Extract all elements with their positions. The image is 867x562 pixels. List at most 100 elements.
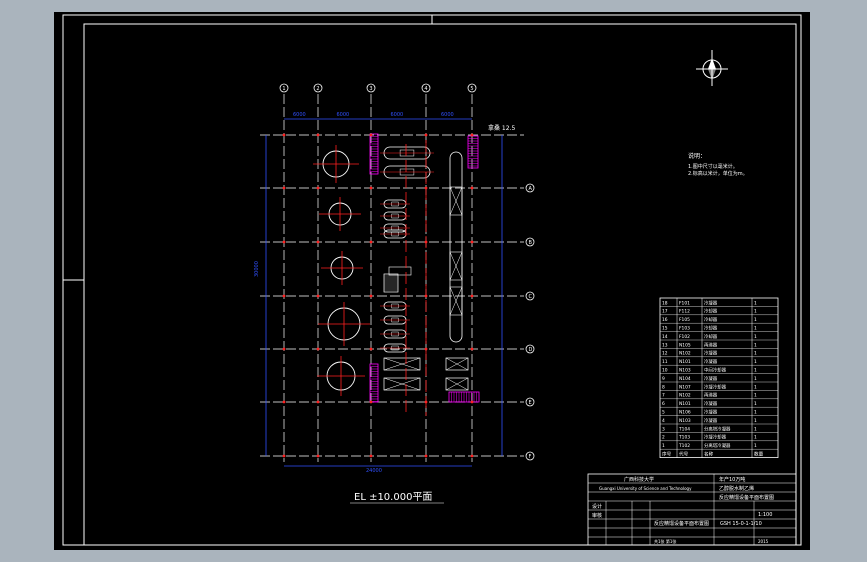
parts-list-cell: 18 xyxy=(662,300,668,306)
column-point xyxy=(424,454,428,458)
parts-list-cell: 16 xyxy=(662,317,668,323)
parts-list-cell: 1 xyxy=(754,426,757,432)
column-point xyxy=(369,133,373,137)
parts-list-cell: N103 xyxy=(679,368,691,374)
overall-width-label: 24000 xyxy=(366,468,382,474)
title-block: 广西科技大学 Guangxi University of Science and… xyxy=(587,473,797,546)
parts-list-cell: 1 xyxy=(754,359,757,365)
parts-list-cell: 1 xyxy=(754,334,757,340)
parts-list-cell: 1 xyxy=(754,368,757,374)
parts-list-cell: F112 xyxy=(679,309,690,315)
drawing-title-sub: 反应精馏设备平面布置图 xyxy=(654,520,709,527)
column-point xyxy=(369,400,373,404)
grid-bubble-label: C xyxy=(529,294,533,300)
column-point xyxy=(316,400,320,404)
parts-list-cell: 13 xyxy=(662,342,668,348)
column-point xyxy=(470,186,474,190)
grid-bubble-label: B xyxy=(529,240,533,246)
parts-list-cell: 1 xyxy=(754,317,757,323)
parts-list-cell: 冷却器 xyxy=(704,325,718,332)
overall-height-label: 30000 xyxy=(254,261,260,277)
school-name-en: Guangxi University of Science and Techno… xyxy=(599,486,692,491)
parts-list-cell: 1 xyxy=(754,435,757,441)
column-point xyxy=(470,240,474,244)
parts-list-header: 序号 xyxy=(662,451,672,458)
parts-list-cell: 冷却器 xyxy=(704,316,718,323)
column-point xyxy=(424,400,428,404)
parts-list-cell: N107 xyxy=(679,384,691,390)
drawing-name: 反应精馏设备平面布置图 xyxy=(719,494,774,501)
parts-list-cell: 8 xyxy=(662,384,665,390)
column-point xyxy=(369,240,373,244)
parts-list-cell: 1 xyxy=(754,418,757,424)
inner-border xyxy=(83,23,797,546)
parts-list-cell: 1 xyxy=(754,351,757,357)
parts-list-cell: N105 xyxy=(679,342,691,348)
parts-list-cell: 1 xyxy=(754,443,757,449)
parts-list-cell: 1 xyxy=(754,300,757,306)
column-point xyxy=(316,186,320,190)
parts-list-cell: 冷凝器 xyxy=(704,417,718,424)
parts-list-cell: 分离塔冷凝器 xyxy=(704,442,731,449)
column-point xyxy=(424,186,428,190)
parts-list-cell: 1 xyxy=(754,384,757,390)
parts-list-cell: 11 xyxy=(662,359,668,365)
drawing-number: GSH 15-0-1-1/10 xyxy=(720,521,762,527)
column-point xyxy=(316,347,320,351)
parts-list-cell: T102 xyxy=(678,443,690,449)
column-point xyxy=(424,294,428,298)
parts-list-cell: 1 xyxy=(754,309,757,315)
dimension-label: 6000 xyxy=(441,112,454,118)
parts-list-cell: 冷凝器 xyxy=(704,409,718,416)
column-point xyxy=(424,347,428,351)
column-point xyxy=(470,347,474,351)
north-arrow-icon xyxy=(696,50,728,86)
parts-list-cell: T103 xyxy=(678,435,690,441)
school-name: 广西科技大学 xyxy=(624,476,654,483)
project-name: 年产10万吨 xyxy=(719,476,745,483)
plan-title: EL ±10.000平面 xyxy=(354,492,432,503)
dimension-label: 6000 xyxy=(391,112,404,118)
parts-list-cell: 2 xyxy=(662,435,665,441)
column-shell xyxy=(449,151,463,343)
parts-list-cell: N101 xyxy=(679,359,691,365)
column-point xyxy=(316,240,320,244)
column-point xyxy=(282,294,286,298)
parts-list-cell: 15 xyxy=(662,326,668,332)
parts-list-cell: 5 xyxy=(662,410,665,416)
note-line-2: 2.标高以米计，单位为m。 xyxy=(688,170,748,177)
parts-list-cell: 1 xyxy=(754,393,757,399)
grid-bubble-label: E xyxy=(529,400,532,406)
parts-list-cell: 再沸器 xyxy=(704,392,718,399)
parts-list-cell: 中间冷却器 xyxy=(704,367,727,374)
grid-bubble-label: 3 xyxy=(369,86,372,92)
grid-bubble-label: D xyxy=(529,347,533,353)
parts-list-cell: 9 xyxy=(662,376,665,382)
pump-base xyxy=(383,273,399,293)
grid-bubble-label: 2 xyxy=(316,86,319,92)
notes-heading: 说明： xyxy=(688,152,706,160)
parts-list-cell: 冷却器 xyxy=(704,333,718,340)
column-point xyxy=(470,294,474,298)
parts-list-cell: T104 xyxy=(678,426,690,432)
equipment-plan: 1 2 3 4 5 A B C D E F 6000 6000 6000 6000 24000 30000 xyxy=(254,83,535,474)
grid-bubble-label: 5 xyxy=(470,86,473,92)
plant-layout-drawing: 说明： 1.图中尺寸以毫米计。 2.标高以米计，单位为m。 拿桑 12.5 12… xyxy=(62,14,802,546)
column-point xyxy=(424,133,428,137)
date-value: 2015 xyxy=(758,539,769,544)
parts-list-cell: F103 xyxy=(679,326,690,332)
column-point xyxy=(369,294,373,298)
parts-list-cell: N106 xyxy=(679,410,691,416)
column-point xyxy=(282,347,286,351)
column-point xyxy=(369,186,373,190)
column-point xyxy=(316,454,320,458)
drawing-border xyxy=(62,14,802,546)
parts-list-cell: N102 xyxy=(679,351,691,357)
parts-list-cell: 1 xyxy=(754,410,757,416)
parts-list-cell: 1 xyxy=(754,342,757,348)
column-point xyxy=(316,133,320,137)
parts-list-cell: 1 xyxy=(754,401,757,407)
parts-list-cell: 17 xyxy=(662,309,668,315)
parts-list-cell: F101 xyxy=(679,300,690,306)
column-point xyxy=(470,454,474,458)
